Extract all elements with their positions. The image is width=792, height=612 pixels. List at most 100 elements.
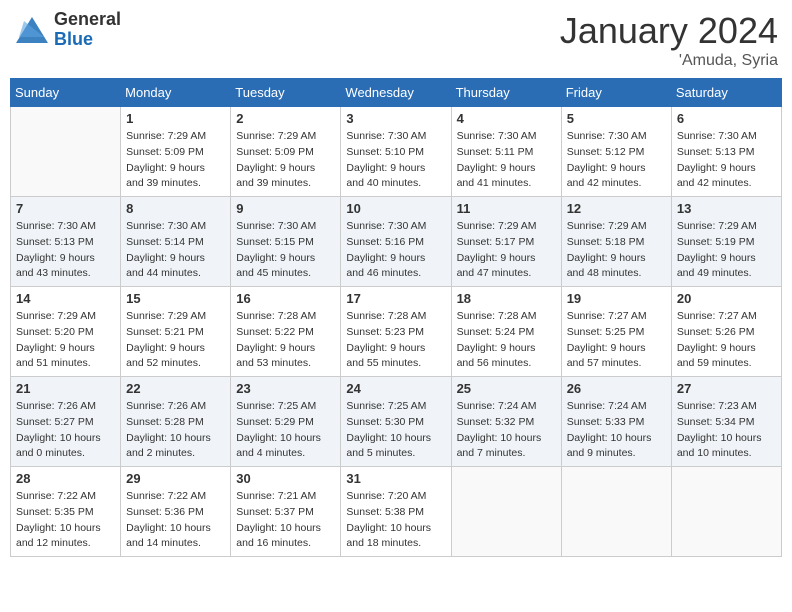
day-number: 6 xyxy=(677,111,776,126)
calendar-cell xyxy=(11,107,121,197)
calendar-cell: 24 Sunrise: 7:25 AMSunset: 5:30 PMDayligh… xyxy=(341,377,451,467)
day-number: 24 xyxy=(346,381,445,396)
day-number: 8 xyxy=(126,201,225,216)
day-info: Sunrise: 7:21 AMSunset: 5:37 PMDaylight:… xyxy=(236,489,335,552)
calendar-week-row: 21 Sunrise: 7:26 AMSunset: 5:27 PMDayligh… xyxy=(11,377,782,467)
day-info: Sunrise: 7:26 AMSunset: 5:27 PMDaylight:… xyxy=(16,399,115,462)
day-number: 18 xyxy=(457,291,556,306)
calendar-week-row: 1 Sunrise: 7:29 AMSunset: 5:09 PMDaylight… xyxy=(11,107,782,197)
calendar-cell: 17 Sunrise: 7:28 AMSunset: 5:23 PMDayligh… xyxy=(341,287,451,377)
logo-text: General Blue xyxy=(54,10,121,50)
location: 'Amuda, Syria xyxy=(560,52,778,70)
calendar-cell: 14 Sunrise: 7:29 AMSunset: 5:20 PMDayligh… xyxy=(11,287,121,377)
calendar-cell: 13Sunrise: 7:29 AMSunset: 5:19 PMDayligh… xyxy=(671,197,781,287)
day-info: Sunrise: 7:29 AMSunset: 5:19 PMDaylight:… xyxy=(677,219,776,282)
day-info: Sunrise: 7:30 AMSunset: 5:13 PMDaylight:… xyxy=(16,219,115,282)
calendar-cell xyxy=(561,467,671,557)
day-number: 9 xyxy=(236,201,335,216)
calendar-cell: 30 Sunrise: 7:21 AMSunset: 5:37 PMDayligh… xyxy=(231,467,341,557)
calendar-cell: 10 Sunrise: 7:30 AMSunset: 5:16 PMDayligh… xyxy=(341,197,451,287)
calendar-cell xyxy=(451,467,561,557)
day-info: Sunrise: 7:28 AMSunset: 5:24 PMDaylight:… xyxy=(457,309,556,372)
day-info: Sunrise: 7:29 AMSunset: 5:09 PMDaylight:… xyxy=(126,129,225,192)
day-number: 17 xyxy=(346,291,445,306)
day-info: Sunrise: 7:24 AMSunset: 5:33 PMDaylight:… xyxy=(567,399,666,462)
day-info: Sunrise: 7:28 AMSunset: 5:22 PMDaylight:… xyxy=(236,309,335,372)
day-info: Sunrise: 7:30 AMSunset: 5:13 PMDaylight:… xyxy=(677,129,776,192)
day-info: Sunrise: 7:22 AMSunset: 5:36 PMDaylight:… xyxy=(126,489,225,552)
day-number: 30 xyxy=(236,471,335,486)
day-info: Sunrise: 7:30 AMSunset: 5:14 PMDaylight:… xyxy=(126,219,225,282)
calendar-cell: 12 Sunrise: 7:29 AMSunset: 5:18 PMDayligh… xyxy=(561,197,671,287)
day-info: Sunrise: 7:29 AMSunset: 5:21 PMDaylight:… xyxy=(126,309,225,372)
calendar-cell: 21 Sunrise: 7:26 AMSunset: 5:27 PMDayligh… xyxy=(11,377,121,467)
day-info: Sunrise: 7:28 AMSunset: 5:23 PMDaylight:… xyxy=(346,309,445,372)
day-number: 1 xyxy=(126,111,225,126)
calendar-cell: 19 Sunrise: 7:27 AMSunset: 5:25 PMDayligh… xyxy=(561,287,671,377)
day-number: 26 xyxy=(567,381,666,396)
day-number: 14 xyxy=(16,291,115,306)
calendar-cell: 28Sunrise: 7:22 AMSunset: 5:35 PMDayligh… xyxy=(11,467,121,557)
day-number: 21 xyxy=(16,381,115,396)
weekday-header: Sunday xyxy=(11,79,121,107)
day-number: 11 xyxy=(457,201,556,216)
calendar-cell: 3 Sunrise: 7:30 AMSunset: 5:10 PMDaylight… xyxy=(341,107,451,197)
day-number: 20 xyxy=(677,291,776,306)
day-info: Sunrise: 7:24 AMSunset: 5:32 PMDaylight:… xyxy=(457,399,556,462)
day-number: 25 xyxy=(457,381,556,396)
calendar-table: SundayMondayTuesdayWednesdayThursdayFrid… xyxy=(10,78,782,557)
day-info: Sunrise: 7:29 AMSunset: 5:20 PMDaylight:… xyxy=(16,309,115,372)
day-number: 2 xyxy=(236,111,335,126)
calendar-cell: 20 Sunrise: 7:27 AMSunset: 5:26 PMDayligh… xyxy=(671,287,781,377)
day-number: 27 xyxy=(677,381,776,396)
day-info: Sunrise: 7:23 AMSunset: 5:34 PMDaylight:… xyxy=(677,399,776,462)
day-number: 19 xyxy=(567,291,666,306)
day-number: 31 xyxy=(346,471,445,486)
day-number: 22 xyxy=(126,381,225,396)
day-number: 16 xyxy=(236,291,335,306)
day-number: 12 xyxy=(567,201,666,216)
calendar-cell: 7Sunrise: 7:30 AMSunset: 5:13 PMDaylight… xyxy=(11,197,121,287)
calendar-cell: 8 Sunrise: 7:30 AMSunset: 5:14 PMDaylight… xyxy=(121,197,231,287)
weekday-header: Friday xyxy=(561,79,671,107)
logo-blue: Blue xyxy=(54,29,93,49)
calendar-cell: 11 Sunrise: 7:29 AMSunset: 5:17 PMDayligh… xyxy=(451,197,561,287)
day-number: 23 xyxy=(236,381,335,396)
weekday-header: Saturday xyxy=(671,79,781,107)
calendar-cell: 22 Sunrise: 7:26 AMSunset: 5:28 PMDayligh… xyxy=(121,377,231,467)
calendar-cell: 5Sunrise: 7:30 AMSunset: 5:12 PMDaylight… xyxy=(561,107,671,197)
calendar-cell: 29 Sunrise: 7:22 AMSunset: 5:36 PMDayligh… xyxy=(121,467,231,557)
day-info: Sunrise: 7:20 AMSunset: 5:38 PMDaylight:… xyxy=(346,489,445,552)
page-header: General Blue January 2024 'Amuda, Syria xyxy=(10,10,782,70)
day-info: Sunrise: 7:30 AMSunset: 5:16 PMDaylight:… xyxy=(346,219,445,282)
calendar-cell: 27 Sunrise: 7:23 AMSunset: 5:34 PMDayligh… xyxy=(671,377,781,467)
weekday-header: Thursday xyxy=(451,79,561,107)
day-info: Sunrise: 7:26 AMSunset: 5:28 PMDaylight:… xyxy=(126,399,225,462)
day-number: 5 xyxy=(567,111,666,126)
calendar-cell: 15 Sunrise: 7:29 AMSunset: 5:21 PMDayligh… xyxy=(121,287,231,377)
day-info: Sunrise: 7:27 AMSunset: 5:26 PMDaylight:… xyxy=(677,309,776,372)
weekday-header-row: SundayMondayTuesdayWednesdayThursdayFrid… xyxy=(11,79,782,107)
day-number: 4 xyxy=(457,111,556,126)
weekday-header: Monday xyxy=(121,79,231,107)
day-info: Sunrise: 7:29 AMSunset: 5:18 PMDaylight:… xyxy=(567,219,666,282)
logo-general: General xyxy=(54,9,121,29)
day-info: Sunrise: 7:30 AMSunset: 5:15 PMDaylight:… xyxy=(236,219,335,282)
day-info: Sunrise: 7:25 AMSunset: 5:30 PMDaylight:… xyxy=(346,399,445,462)
calendar-week-row: 14 Sunrise: 7:29 AMSunset: 5:20 PMDayligh… xyxy=(11,287,782,377)
day-info: Sunrise: 7:22 AMSunset: 5:35 PMDaylight:… xyxy=(16,489,115,552)
day-number: 29 xyxy=(126,471,225,486)
day-info: Sunrise: 7:29 AMSunset: 5:17 PMDaylight:… xyxy=(457,219,556,282)
calendar-cell xyxy=(671,467,781,557)
day-info: Sunrise: 7:30 AMSunset: 5:11 PMDaylight:… xyxy=(457,129,556,192)
calendar-cell: 9 Sunrise: 7:30 AMSunset: 5:15 PMDaylight… xyxy=(231,197,341,287)
day-number: 3 xyxy=(346,111,445,126)
day-info: Sunrise: 7:27 AMSunset: 5:25 PMDaylight:… xyxy=(567,309,666,372)
calendar-cell: 6 Sunrise: 7:30 AMSunset: 5:13 PMDaylight… xyxy=(671,107,781,197)
logo-icon xyxy=(14,15,50,45)
day-number: 15 xyxy=(126,291,225,306)
calendar-cell: 16 Sunrise: 7:28 AMSunset: 5:22 PMDayligh… xyxy=(231,287,341,377)
day-info: Sunrise: 7:30 AMSunset: 5:10 PMDaylight:… xyxy=(346,129,445,192)
day-number: 10 xyxy=(346,201,445,216)
calendar-cell: 31 Sunrise: 7:20 AMSunset: 5:38 PMDayligh… xyxy=(341,467,451,557)
